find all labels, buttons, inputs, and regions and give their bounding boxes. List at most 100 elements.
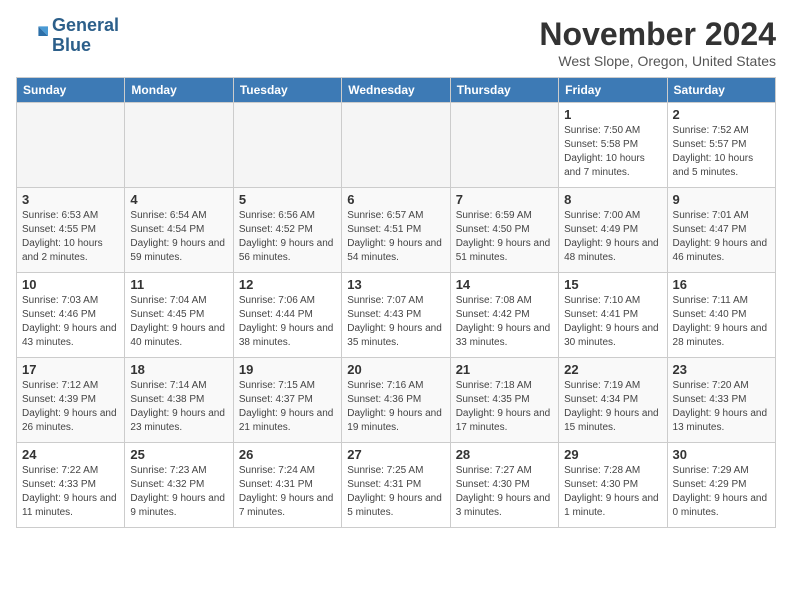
calendar-cell-5-5: 28 Sunrise: 7:27 AM Sunset: 4:30 PM Dayli… bbox=[450, 443, 558, 528]
calendar-cell-2-2: 4 Sunrise: 6:54 AM Sunset: 4:54 PM Daylig… bbox=[125, 188, 233, 273]
day-number: 11 bbox=[130, 277, 227, 292]
calendar-cell-5-3: 26 Sunrise: 7:24 AM Sunset: 4:31 PM Dayli… bbox=[233, 443, 341, 528]
location-title: West Slope, Oregon, United States bbox=[539, 53, 776, 69]
day-info: Sunrise: 7:07 AM Sunset: 4:43 PM Dayligh… bbox=[347, 294, 444, 350]
day-info: Sunrise: 7:04 AM Sunset: 4:45 PM Dayligh… bbox=[130, 294, 227, 350]
calendar-cell-2-5: 7Sunrise: 6:59 AM Sunset: 4:50 PM Daylig… bbox=[450, 188, 558, 273]
day-info: Sunrise: 7:01 AM Sunset: 4:47 PM Dayligh… bbox=[673, 209, 770, 265]
calendar-week-4: 17 Sunrise: 7:12 AM Sunset: 4:39 PM Dayli… bbox=[17, 358, 776, 443]
day-number: 29 bbox=[564, 447, 661, 462]
calendar-cell-1-6: 1 Sunrise: 7:50 AM Sunset: 5:58 PM Daylig… bbox=[559, 103, 667, 188]
day-info: Sunrise: 7:23 AM Sunset: 4:32 PM Dayligh… bbox=[130, 464, 227, 520]
calendar-cell-5-2: 25Sunrise: 7:23 AM Sunset: 4:32 PM Dayli… bbox=[125, 443, 233, 528]
title-area: November 2024 West Slope, Oregon, United… bbox=[539, 16, 776, 69]
day-number: 19 bbox=[239, 362, 336, 377]
calendar-cell-3-2: 11 Sunrise: 7:04 AM Sunset: 4:45 PM Dayli… bbox=[125, 273, 233, 358]
calendar-cell-5-4: 27 Sunrise: 7:25 AM Sunset: 4:31 PM Dayli… bbox=[342, 443, 450, 528]
day-number: 27 bbox=[347, 447, 444, 462]
day-number: 13 bbox=[347, 277, 444, 292]
calendar-week-1: 1 Sunrise: 7:50 AM Sunset: 5:58 PM Daylig… bbox=[17, 103, 776, 188]
day-number: 12 bbox=[239, 277, 336, 292]
day-number: 20 bbox=[347, 362, 444, 377]
day-info: Sunrise: 7:29 AM Sunset: 4:29 PM Dayligh… bbox=[673, 464, 770, 520]
day-number: 14 bbox=[456, 277, 553, 292]
calendar-header-thursday: Thursday bbox=[450, 78, 558, 103]
header: General Blue November 2024 West Slope, O… bbox=[16, 16, 776, 69]
day-info: Sunrise: 7:16 AM Sunset: 4:36 PM Dayligh… bbox=[347, 379, 444, 435]
day-info: Sunrise: 7:24 AM Sunset: 4:31 PM Dayligh… bbox=[239, 464, 336, 520]
calendar-cell-4-5: 21 Sunrise: 7:18 AM Sunset: 4:35 PM Dayli… bbox=[450, 358, 558, 443]
day-number: 21 bbox=[456, 362, 553, 377]
day-info: Sunrise: 7:18 AM Sunset: 4:35 PM Dayligh… bbox=[456, 379, 553, 435]
day-info: Sunrise: 7:50 AM Sunset: 5:58 PM Dayligh… bbox=[564, 124, 661, 180]
calendar-header-tuesday: Tuesday bbox=[233, 78, 341, 103]
day-info: Sunrise: 7:00 AM Sunset: 4:49 PM Dayligh… bbox=[564, 209, 661, 265]
calendar-cell-1-7: 2 Sunrise: 7:52 AM Sunset: 5:57 PM Daylig… bbox=[667, 103, 775, 188]
calendar-cell-2-3: 5 Sunrise: 6:56 AM Sunset: 4:52 PM Daylig… bbox=[233, 188, 341, 273]
day-info: Sunrise: 7:15 AM Sunset: 4:37 PM Dayligh… bbox=[239, 379, 336, 435]
calendar-cell-3-7: 16Sunrise: 7:11 AM Sunset: 4:40 PM Dayli… bbox=[667, 273, 775, 358]
calendar-cell-4-6: 22 Sunrise: 7:19 AM Sunset: 4:34 PM Dayli… bbox=[559, 358, 667, 443]
day-number: 24 bbox=[22, 447, 119, 462]
calendar-header-saturday: Saturday bbox=[667, 78, 775, 103]
calendar-cell-3-3: 12 Sunrise: 7:06 AM Sunset: 4:44 PM Dayli… bbox=[233, 273, 341, 358]
day-info: Sunrise: 7:27 AM Sunset: 4:30 PM Dayligh… bbox=[456, 464, 553, 520]
calendar-cell-4-4: 20 Sunrise: 7:16 AM Sunset: 4:36 PM Dayli… bbox=[342, 358, 450, 443]
calendar-week-3: 10 Sunrise: 7:03 AM Sunset: 4:46 PM Dayli… bbox=[17, 273, 776, 358]
calendar-cell-4-3: 19 Sunrise: 7:15 AM Sunset: 4:37 PM Dayli… bbox=[233, 358, 341, 443]
day-number: 30 bbox=[673, 447, 770, 462]
calendar-cell-3-1: 10 Sunrise: 7:03 AM Sunset: 4:46 PM Dayli… bbox=[17, 273, 125, 358]
calendar-header-wednesday: Wednesday bbox=[342, 78, 450, 103]
day-info: Sunrise: 6:53 AM Sunset: 4:55 PM Dayligh… bbox=[22, 209, 119, 265]
day-info: Sunrise: 7:25 AM Sunset: 4:31 PM Dayligh… bbox=[347, 464, 444, 520]
calendar-header-friday: Friday bbox=[559, 78, 667, 103]
day-number: 28 bbox=[456, 447, 553, 462]
calendar: SundayMondayTuesdayWednesdayThursdayFrid… bbox=[16, 77, 776, 528]
month-title: November 2024 bbox=[539, 16, 776, 53]
day-number: 9 bbox=[673, 192, 770, 207]
day-number: 4 bbox=[130, 192, 227, 207]
calendar-body: 1 Sunrise: 7:50 AM Sunset: 5:58 PM Daylig… bbox=[17, 103, 776, 528]
calendar-cell-5-7: 30 Sunrise: 7:29 AM Sunset: 4:29 PM Dayli… bbox=[667, 443, 775, 528]
calendar-cell-5-6: 29Sunrise: 7:28 AM Sunset: 4:30 PM Dayli… bbox=[559, 443, 667, 528]
day-number: 8 bbox=[564, 192, 661, 207]
calendar-cell-4-1: 17 Sunrise: 7:12 AM Sunset: 4:39 PM Dayli… bbox=[17, 358, 125, 443]
calendar-cell-5-1: 24 Sunrise: 7:22 AM Sunset: 4:33 PM Dayli… bbox=[17, 443, 125, 528]
day-number: 18 bbox=[130, 362, 227, 377]
day-number: 17 bbox=[22, 362, 119, 377]
logo-icon bbox=[16, 20, 48, 52]
calendar-cell-1-2 bbox=[125, 103, 233, 188]
day-info: Sunrise: 6:56 AM Sunset: 4:52 PM Dayligh… bbox=[239, 209, 336, 265]
day-info: Sunrise: 7:22 AM Sunset: 4:33 PM Dayligh… bbox=[22, 464, 119, 520]
calendar-header-row: SundayMondayTuesdayWednesdayThursdayFrid… bbox=[17, 78, 776, 103]
day-info: Sunrise: 7:06 AM Sunset: 4:44 PM Dayligh… bbox=[239, 294, 336, 350]
day-info: Sunrise: 7:11 AM Sunset: 4:40 PM Dayligh… bbox=[673, 294, 770, 350]
day-info: Sunrise: 7:52 AM Sunset: 5:57 PM Dayligh… bbox=[673, 124, 770, 180]
day-info: Sunrise: 7:03 AM Sunset: 4:46 PM Dayligh… bbox=[22, 294, 119, 350]
calendar-cell-1-5 bbox=[450, 103, 558, 188]
day-info: Sunrise: 7:14 AM Sunset: 4:38 PM Dayligh… bbox=[130, 379, 227, 435]
calendar-cell-2-4: 6Sunrise: 6:57 AM Sunset: 4:51 PM Daylig… bbox=[342, 188, 450, 273]
logo-text: General Blue bbox=[52, 16, 119, 56]
day-info: Sunrise: 7:12 AM Sunset: 4:39 PM Dayligh… bbox=[22, 379, 119, 435]
calendar-header-sunday: Sunday bbox=[17, 78, 125, 103]
day-number: 22 bbox=[564, 362, 661, 377]
calendar-cell-4-2: 18 Sunrise: 7:14 AM Sunset: 4:38 PM Dayli… bbox=[125, 358, 233, 443]
day-number: 23 bbox=[673, 362, 770, 377]
day-number: 5 bbox=[239, 192, 336, 207]
day-info: Sunrise: 6:54 AM Sunset: 4:54 PM Dayligh… bbox=[130, 209, 227, 265]
day-number: 1 bbox=[564, 107, 661, 122]
day-number: 7 bbox=[456, 192, 553, 207]
calendar-header-monday: Monday bbox=[125, 78, 233, 103]
calendar-cell-2-1: 3 Sunrise: 6:53 AM Sunset: 4:55 PM Daylig… bbox=[17, 188, 125, 273]
calendar-cell-2-6: 8 Sunrise: 7:00 AM Sunset: 4:49 PM Daylig… bbox=[559, 188, 667, 273]
calendar-cell-3-6: 15Sunrise: 7:10 AM Sunset: 4:41 PM Dayli… bbox=[559, 273, 667, 358]
day-info: Sunrise: 6:57 AM Sunset: 4:51 PM Dayligh… bbox=[347, 209, 444, 265]
day-number: 2 bbox=[673, 107, 770, 122]
day-info: Sunrise: 7:19 AM Sunset: 4:34 PM Dayligh… bbox=[564, 379, 661, 435]
day-number: 3 bbox=[22, 192, 119, 207]
day-number: 26 bbox=[239, 447, 336, 462]
day-number: 10 bbox=[22, 277, 119, 292]
day-info: Sunrise: 7:10 AM Sunset: 4:41 PM Dayligh… bbox=[564, 294, 661, 350]
calendar-week-5: 24 Sunrise: 7:22 AM Sunset: 4:33 PM Dayli… bbox=[17, 443, 776, 528]
